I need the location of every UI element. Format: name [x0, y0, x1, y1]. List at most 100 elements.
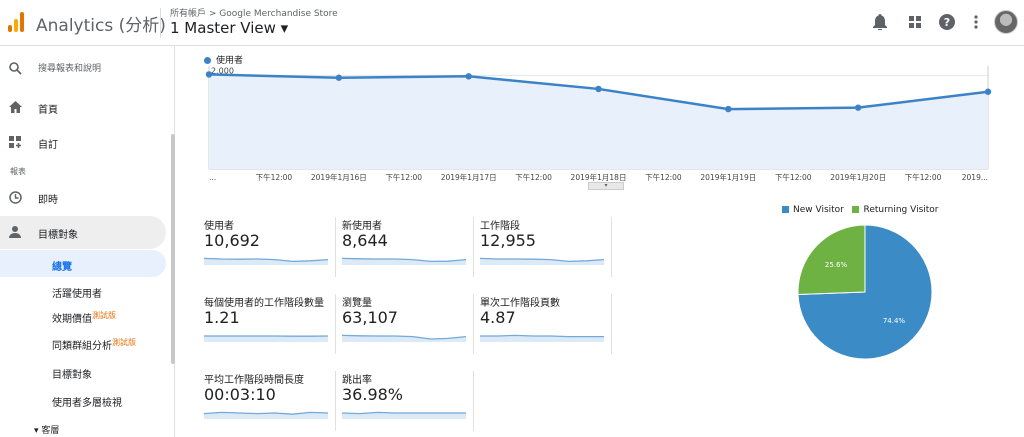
metric-sparkline	[204, 257, 328, 265]
pie-legend-new: New Visitor	[793, 205, 844, 215]
metric-tile[interactable]: 工作階段 12,955	[476, 217, 612, 277]
metric-value: 00:03:10	[204, 385, 276, 404]
svg-text:?: ?	[944, 16, 950, 29]
dashboard-plus-icon	[7, 134, 23, 150]
x-tick-label: ...	[209, 173, 216, 182]
metric-value: 63,107	[342, 308, 398, 327]
data-point	[595, 85, 602, 93]
metric-tile[interactable]: 單次工作階段頁數 4.87	[476, 294, 612, 354]
metric-sparkline	[480, 257, 604, 265]
header-divider	[160, 8, 161, 38]
metric-sparkline	[342, 334, 466, 342]
view-selector[interactable]: 1 Master View ▾	[170, 19, 288, 37]
metric-value: 36.98%	[342, 385, 404, 404]
metric-label: 每個使用者的工作階段數量	[204, 298, 324, 309]
data-point	[465, 73, 472, 80]
x-tick-label: 2019年1月19日	[700, 172, 756, 182]
sidebar: 搜尋報表和說明 首頁 自訂 報表 即時 目標對象 總覽 活躍使用者 效期價值測試…	[0, 46, 175, 437]
pie-slice-label: 74.4%	[883, 317, 906, 325]
data-point	[854, 104, 862, 111]
sidebar-item-audience-label: 目標對象	[38, 230, 78, 241]
cohort-label: 同類群組分析	[52, 341, 112, 352]
metric-tile[interactable]: 跳出率 36.98%	[338, 371, 474, 431]
metric-value: 4.87	[480, 308, 516, 327]
sidebar-item-audience[interactable]	[0, 216, 166, 249]
sidebar-item-demographics[interactable]: ▾ 客層	[34, 423, 59, 436]
users-line-chart[interactable]: 2,0001,000...下午12:002019年1月16日下午12:00201…	[200, 64, 995, 188]
app-title: Analytics (分析)	[36, 16, 166, 36]
x-tick-label: 2019年1月18日	[571, 172, 627, 182]
metric-sparkline	[342, 411, 466, 419]
home-icon	[7, 99, 23, 115]
sidebar-item-realtime[interactable]: 即時	[38, 191, 58, 206]
metric-label: 平均工作階段時間長度	[204, 375, 304, 386]
pie-slice	[797, 224, 866, 296]
apps-grid-icon[interactable]	[905, 12, 925, 32]
sidebar-subitem-audiences[interactable]: 目標對象	[52, 366, 92, 381]
search-icon[interactable]	[7, 60, 23, 76]
more-vert-icon[interactable]	[966, 12, 986, 32]
reports-section-header: 報表	[10, 167, 26, 176]
x-tick-label: 2019年1月20日	[830, 172, 886, 182]
sidebar-item-customization[interactable]: 自訂	[38, 136, 58, 151]
metric-value: 12,955	[480, 231, 536, 250]
x-tick-label: 下午12:00	[515, 172, 552, 182]
data-point	[205, 71, 213, 78]
top-header: Analytics (分析) 所有帳戶 > Google Merchandise…	[0, 0, 1024, 46]
data-point	[725, 105, 732, 113]
series-dot-icon	[204, 57, 211, 64]
legend-swatch	[852, 206, 860, 213]
metric-tile[interactable]: 新使用者 8,644	[338, 217, 474, 277]
person-icon	[7, 224, 23, 240]
bell-icon[interactable]	[870, 12, 890, 32]
sidebar-subitem-lifetime-value[interactable]: 效期價值測試版	[52, 310, 116, 325]
sidebar-subitem-overview[interactable]: 總覽	[52, 258, 72, 273]
sidebar-item-home[interactable]: 首頁	[38, 101, 58, 116]
metric-tile[interactable]: 瀏覽量 63,107	[338, 294, 474, 354]
x-tick-label: 下午12:00	[775, 172, 812, 182]
analytics-logo-icon[interactable]	[8, 12, 24, 32]
metric-sparkline	[342, 257, 466, 265]
search-input[interactable]: 搜尋報表和說明	[38, 61, 101, 74]
metric-label: 瀏覽量	[342, 298, 372, 309]
x-tick-label: 2019...	[962, 173, 988, 182]
sidebar-subitem-active-users[interactable]: 活躍使用者	[52, 285, 102, 300]
metric-label: 使用者	[204, 221, 234, 232]
sparkline-area	[204, 336, 328, 342]
pie-legend-returning: Returning Visitor	[863, 205, 939, 215]
metric-value: 1.21	[204, 308, 240, 327]
metric-tile[interactable]: 平均工作階段時間長度 00:03:10	[200, 371, 336, 431]
metric-sparkline	[204, 335, 328, 342]
chart-collapse-handle[interactable]: ▾	[588, 182, 624, 190]
beta-badge: 測試版	[92, 311, 116, 320]
metric-label: 工作階段	[480, 221, 520, 232]
metric-value: 10,692	[204, 231, 260, 250]
avatar[interactable]	[994, 10, 1018, 34]
metric-label: 新使用者	[342, 221, 382, 232]
sparkline-line	[342, 411, 466, 415]
metric-tile[interactable]: 每個使用者的工作階段數量 1.21	[200, 294, 336, 354]
metric-label: 跳出率	[342, 375, 372, 386]
breadcrumb[interactable]: 所有帳戶 > Google Merchandise Store	[170, 6, 338, 19]
data-point	[335, 74, 343, 81]
metric-sparkline	[204, 411, 328, 419]
x-tick-label: 2019年1月17日	[441, 172, 497, 182]
lifetime-value-label: 效期價值	[52, 314, 92, 325]
legend-swatch	[782, 206, 789, 213]
pie-slice-label: 25.6%	[825, 261, 848, 269]
metric-tile[interactable]: 使用者 10,692	[200, 217, 336, 277]
sparkline-line	[480, 334, 604, 338]
x-tick-label: 下午12:00	[645, 172, 682, 182]
data-point	[984, 88, 992, 95]
x-tick-label: 下午12:00	[385, 172, 422, 182]
sidebar-subitem-overview-bg[interactable]	[0, 250, 166, 277]
metric-label: 單次工作階段頁數	[480, 298, 560, 309]
sidebar-subitem-user-explorer[interactable]: 使用者多層檢視	[52, 394, 122, 409]
sidebar-subitem-cohort[interactable]: 同類群組分析測試版	[52, 337, 136, 352]
clock-icon	[7, 189, 23, 205]
metric-value: 8,644	[342, 231, 388, 250]
help-icon[interactable]: ?	[937, 12, 957, 32]
visitor-pie-chart[interactable]: 74.4% 25.6%	[790, 222, 940, 362]
sidebar-scrollbar[interactable]	[171, 134, 175, 364]
pie-legend: New Visitor Returning Visitor	[782, 205, 939, 215]
